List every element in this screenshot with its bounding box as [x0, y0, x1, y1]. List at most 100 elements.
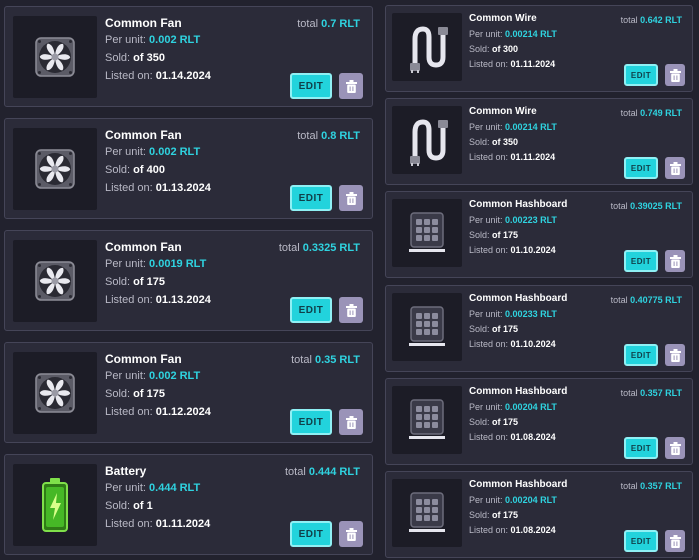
sold-count: Sold: of 175 [105, 276, 165, 288]
hashboard-icon [409, 399, 445, 439]
edit-button[interactable]: EDIT [624, 530, 658, 552]
delete-button[interactable] [339, 409, 363, 435]
trash-icon [345, 191, 357, 205]
item-name: Common Hashboard [469, 293, 568, 304]
per-unit-price: Per unit: 0.002 RLT [105, 146, 201, 158]
delete-button[interactable] [665, 64, 685, 86]
per-unit-price: Per unit: 0.00214 RLT [469, 29, 557, 39]
delete-button[interactable] [665, 250, 685, 272]
item-thumbnail [13, 352, 97, 434]
listed-date: Listed on: 01.08.2024 [469, 432, 556, 442]
sold-count: Sold: of 350 [105, 52, 165, 64]
trash-icon [345, 527, 357, 541]
item-thumbnail [13, 240, 97, 322]
total-price: total 0.3325 RLT [278, 242, 360, 254]
per-unit-price: Per unit: 0.00204 RLT [469, 495, 557, 505]
listed-date: Listed on: 01.11.2024 [469, 59, 556, 69]
sold-count: Sold: of 175 [469, 510, 519, 520]
listing-card-right-4: Common Hashboard total 0.40775 RLT Per u… [385, 285, 693, 372]
item-thumbnail [13, 464, 97, 546]
item-name: Common Hashboard [469, 386, 568, 397]
delete-button[interactable] [665, 157, 685, 179]
edit-button[interactable]: EDIT [624, 250, 658, 272]
listed-date: Listed on: 01.10.2024 [469, 339, 556, 349]
edit-button[interactable]: EDIT [290, 521, 332, 547]
hashboard-icon [409, 306, 445, 346]
item-thumbnail [392, 479, 462, 547]
trash-icon [669, 441, 681, 455]
fan-icon [35, 149, 75, 189]
hashboard-icon [409, 212, 445, 252]
item-name: Battery [105, 464, 147, 478]
listing-card-right-6: Common Hashboard total 0.357 RLT Per uni… [385, 471, 693, 558]
item-name: Common Hashboard [469, 479, 568, 490]
battery-icon [42, 478, 68, 532]
trash-icon [669, 348, 681, 362]
delete-button[interactable] [339, 73, 363, 99]
listing-card-right-2: Common Wire total 0.749 RLT Per unit: 0.… [385, 98, 693, 185]
listed-date: Listed on: 01.12.2024 [105, 406, 211, 418]
listing-card-right-3: Common Hashboard total 0.39025 RLT Per u… [385, 191, 693, 278]
trash-icon [669, 254, 681, 268]
edit-button[interactable]: EDIT [290, 409, 332, 435]
edit-button[interactable]: EDIT [624, 157, 658, 179]
delete-button[interactable] [339, 297, 363, 323]
per-unit-price: Per unit: 0.00214 RLT [469, 122, 557, 132]
edit-button[interactable]: EDIT [290, 73, 332, 99]
listing-card-right-5: Common Hashboard total 0.357 RLT Per uni… [385, 378, 693, 465]
sold-count: Sold: of 1 [105, 500, 153, 512]
listed-date: Listed on: 01.10.2024 [469, 245, 556, 255]
fan-icon [35, 373, 75, 413]
trash-icon [669, 534, 681, 548]
listing-card-left-4: Common Fan total 0.35 RLT Per unit: 0.00… [4, 342, 373, 443]
edit-button[interactable]: EDIT [290, 297, 332, 323]
total-price: total 0.642 RLT [620, 15, 682, 25]
edit-button[interactable]: EDIT [624, 64, 658, 86]
sold-count: Sold: of 300 [469, 44, 519, 54]
listing-card-left-2: Common Fan total 0.8 RLT Per unit: 0.002… [4, 118, 373, 219]
item-thumbnail [392, 386, 462, 454]
item-thumbnail [392, 13, 462, 81]
listed-date: Listed on: 01.11.2024 [469, 152, 556, 162]
fan-icon [35, 37, 75, 77]
edit-button[interactable]: EDIT [290, 185, 332, 211]
sold-count: Sold: of 175 [469, 230, 519, 240]
item-thumbnail [392, 293, 462, 361]
total-price: total 0.35 RLT [291, 354, 360, 366]
fan-icon [35, 261, 75, 301]
trash-icon [345, 79, 357, 93]
trash-icon [345, 415, 357, 429]
sold-count: Sold: of 175 [105, 388, 165, 400]
per-unit-price: Per unit: 0.0019 RLT [105, 258, 207, 270]
item-thumbnail [392, 199, 462, 267]
per-unit-price: Per unit: 0.00204 RLT [469, 402, 557, 412]
edit-button[interactable]: EDIT [624, 437, 658, 459]
listed-date: Listed on: 01.14.2024 [105, 70, 211, 82]
trash-icon [669, 68, 681, 82]
listing-card-right-1: Common Wire total 0.642 RLT Per unit: 0.… [385, 5, 693, 92]
delete-button[interactable] [339, 521, 363, 547]
trash-icon [669, 161, 681, 175]
item-thumbnail [13, 128, 97, 210]
total-price: total 0.39025 RLT [610, 201, 682, 211]
listing-card-left-5: Battery total 0.444 RLT Per unit: 0.444 … [4, 454, 373, 555]
delete-button[interactable] [665, 437, 685, 459]
item-thumbnail [13, 16, 97, 98]
per-unit-price: Per unit: 0.444 RLT [105, 482, 201, 494]
total-price: total 0.357 RLT [620, 481, 682, 491]
edit-button[interactable]: EDIT [624, 344, 658, 366]
sold-count: Sold: of 350 [469, 137, 519, 147]
sold-count: Sold: of 400 [105, 164, 165, 176]
per-unit-price: Per unit: 0.002 RLT [105, 34, 201, 46]
delete-button[interactable] [339, 185, 363, 211]
delete-button[interactable] [665, 530, 685, 552]
sold-count: Sold: of 175 [469, 417, 519, 427]
listing-card-left-1: Common Fan total 0.7 RLT Per unit: 0.002… [4, 6, 373, 107]
listed-date: Listed on: 01.13.2024 [105, 294, 211, 306]
delete-button[interactable] [665, 344, 685, 366]
total-price: total 0.444 RLT [284, 466, 360, 478]
item-thumbnail [392, 106, 462, 174]
per-unit-price: Per unit: 0.00223 RLT [469, 215, 557, 225]
item-name: Common Wire [469, 13, 537, 24]
hashboard-icon [409, 492, 445, 532]
